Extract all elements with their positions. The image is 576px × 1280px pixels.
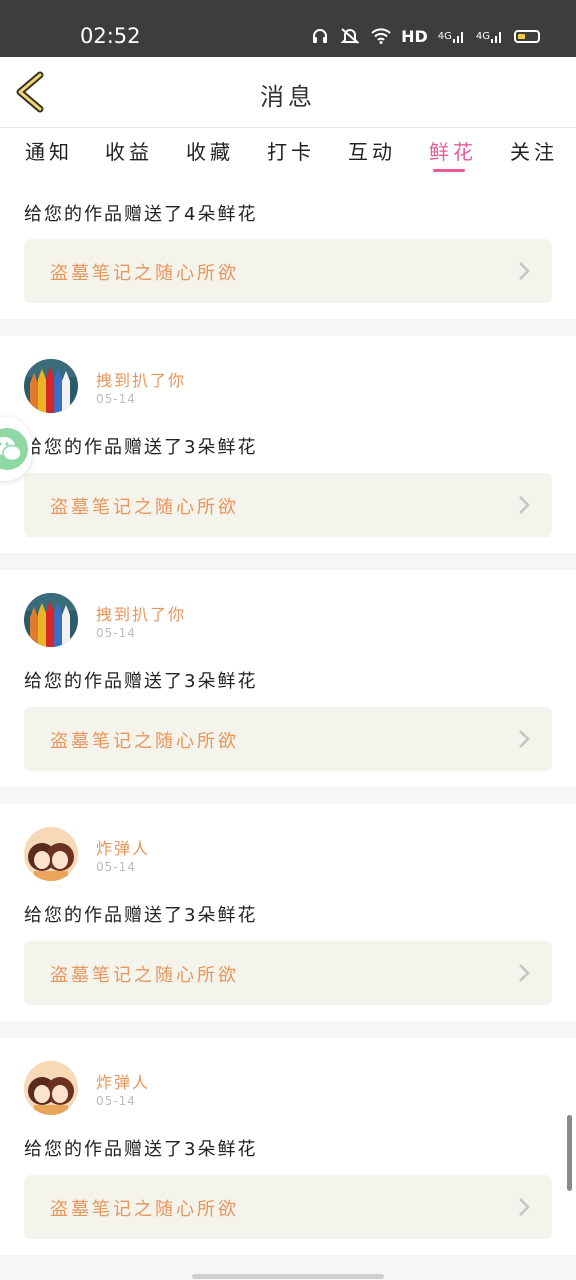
work-link[interactable]: 盗墓笔记之随心所欲 [24,941,552,1005]
wechat-icon [0,428,28,470]
user-name[interactable]: 拽到扒了你 [96,367,186,391]
hd-label: HD [401,26,428,46]
list-item: 炸弹人 05-14 给您的作品赠送了3朵鲜花 盗墓笔记之随心所欲 [0,1038,576,1255]
scrollbar[interactable] [567,1115,572,1191]
user-name[interactable]: 炸弹人 [96,1069,150,1093]
home-indicator[interactable] [192,1274,384,1279]
gift-message: 给您的作品赠送了3朵鲜花 [24,437,258,458]
work-title: 盗墓笔记之随心所欲 [50,1199,239,1220]
chevron-right-icon [519,262,530,280]
avatar[interactable] [24,593,78,647]
status-icons: HD 4G 4G [311,25,540,47]
chevron-right-icon [519,496,530,514]
headphones-icon [311,27,329,45]
active-tab-indicator [433,169,465,172]
list-item: 给您的作品赠送了4朵鲜花 盗墓笔记之随心所欲 [0,180,576,319]
avatar[interactable] [24,1061,78,1115]
gift-message: 给您的作品赠送了3朵鲜花 [24,905,258,926]
work-title: 盗墓笔记之随心所欲 [50,731,239,752]
post-date: 05-14 [96,860,136,874]
work-title: 盗墓笔记之随心所欲 [50,263,239,284]
post-date: 05-14 [96,392,136,406]
post-date: 05-14 [96,626,136,640]
user-name[interactable]: 拽到扒了你 [96,601,186,625]
chevron-right-icon [519,964,530,982]
signal-icon-1: 4G [438,28,466,44]
gift-message: 给您的作品赠送了4朵鲜花 [24,204,258,225]
work-link[interactable]: 盗墓笔记之随心所欲 [24,1175,552,1239]
work-title: 盗墓笔记之随心所欲 [50,497,239,518]
work-title: 盗墓笔记之随心所欲 [50,965,239,986]
list-item: 炸弹人 05-14 给您的作品赠送了3朵鲜花 盗墓笔记之随心所欲 [0,804,576,1021]
tab-follow[interactable]: 关注 [510,136,558,165]
gift-message: 给您的作品赠送了3朵鲜花 [24,1139,258,1160]
mute-bell-icon [339,27,361,45]
user-name[interactable]: 炸弹人 [96,835,150,859]
chevron-right-icon [519,1198,530,1216]
tab-favorites[interactable]: 收藏 [186,136,234,165]
tab-interactions[interactable]: 互动 [348,136,396,165]
tab-earnings[interactable]: 收益 [105,136,153,165]
avatar[interactable] [24,359,78,413]
work-link[interactable]: 盗墓笔记之随心所欲 [24,239,552,303]
work-link[interactable]: 盗墓笔记之随心所欲 [24,473,552,537]
chevron-right-icon [519,730,530,748]
work-link[interactable]: 盗墓笔记之随心所欲 [24,707,552,771]
battery-icon [514,29,540,43]
list-item: 拽到扒了你 05-14 给您的作品赠送了3朵鲜花 盗墓笔记之随心所欲 [0,336,576,553]
tab-flowers[interactable]: 鲜花 [429,136,477,165]
status-bar: 02:52 HD 4G 4G [0,0,576,57]
post-date: 05-14 [96,1094,136,1108]
avatar[interactable] [24,827,78,881]
status-time: 02:52 [80,24,141,48]
signal-icon-2: 4G [476,28,504,44]
list-item: 拽到扒了你 05-14 给您的作品赠送了3朵鲜花 盗墓笔记之随心所欲 [0,570,576,787]
tab-notifications[interactable]: 通知 [25,136,73,165]
page-title: 消息 [260,83,316,111]
gift-message: 给您的作品赠送了3朵鲜花 [24,671,258,692]
wifi-icon [371,28,391,44]
tab-bar: 通知 收益 收藏 打卡 互动 鲜花 关注 [0,128,576,180]
tab-checkin[interactable]: 打卡 [267,136,315,165]
header: 消息 [0,57,576,128]
